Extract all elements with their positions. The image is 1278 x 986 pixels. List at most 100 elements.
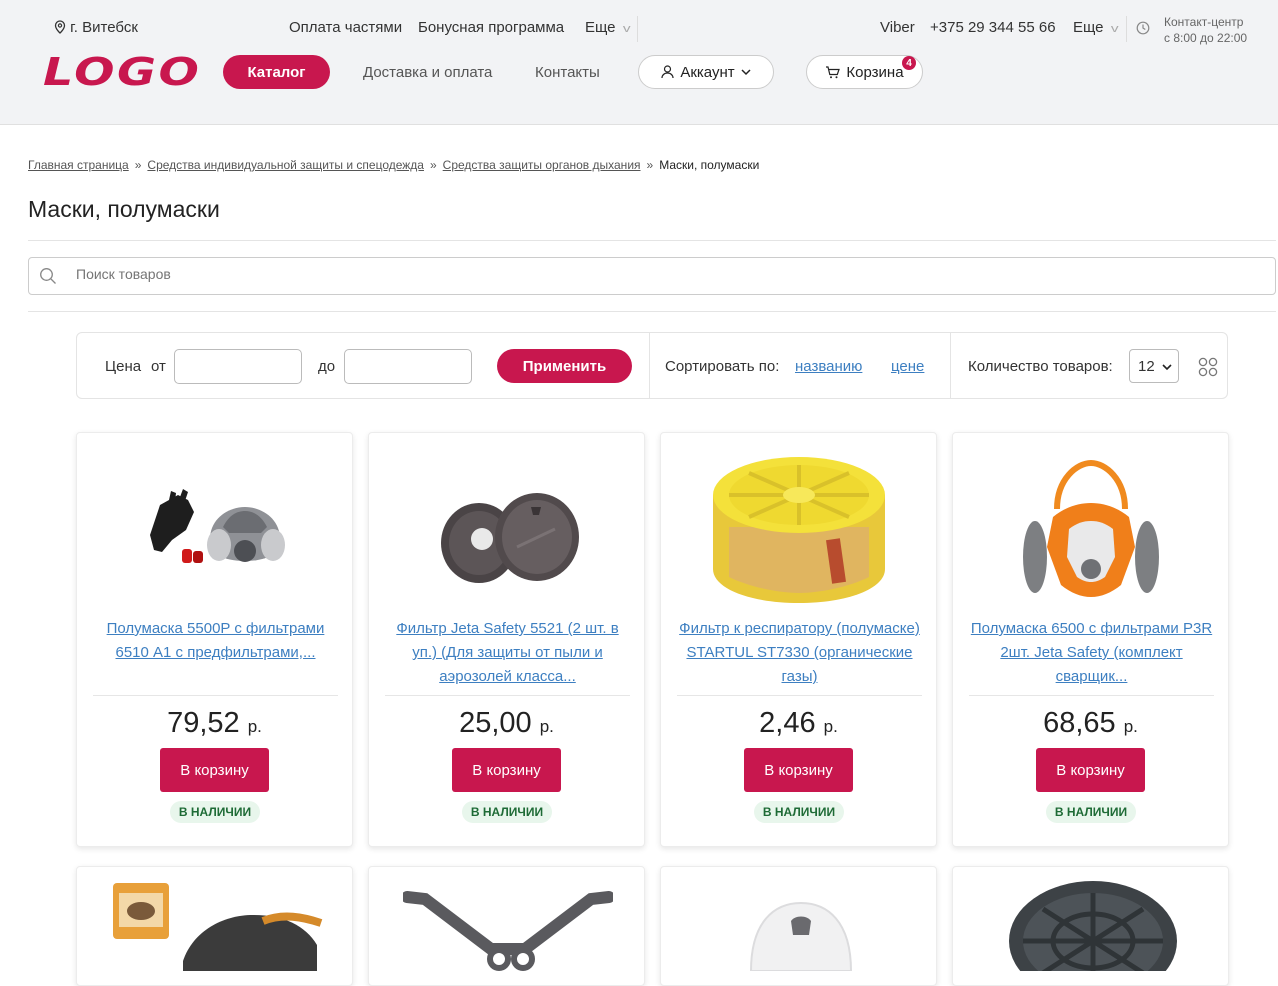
product-card xyxy=(952,866,1229,986)
divider xyxy=(28,240,1276,241)
price-currency: р. xyxy=(823,717,838,736)
search-icon xyxy=(40,268,56,284)
top-bar: г. Витебск Оплата частями Бонусная прогр… xyxy=(0,14,1278,45)
breadcrumb-separator: » xyxy=(646,158,654,172)
catalog-button[interactable]: Каталог xyxy=(223,55,330,89)
in-stock-badge: В НАЛИЧИИ xyxy=(462,801,552,823)
breadcrumb-ppe[interactable]: Средства индивидуальной защиты и спецоде… xyxy=(147,158,424,172)
divider xyxy=(385,695,630,696)
search-input[interactable] xyxy=(76,266,676,282)
chevron-down-icon: v xyxy=(1110,23,1119,35)
product-card: Полумаска 5500P с фильтрами 6510 A1 с пр… xyxy=(76,432,353,847)
product-image-strap[interactable] xyxy=(403,881,613,971)
price-value: 79,52 xyxy=(167,707,240,739)
price-currency: р. xyxy=(1123,717,1138,736)
product-image-halfmask-6500[interactable] xyxy=(991,447,1191,607)
price-from-label: от xyxy=(151,358,166,375)
site-header: г. Витебск Оплата частями Бонусная прогр… xyxy=(0,0,1278,125)
link-bonus[interactable]: Бонусная программа xyxy=(418,19,564,36)
price-value: 68,65 xyxy=(1043,707,1116,739)
price-currency: р. xyxy=(539,717,554,736)
items-count-select[interactable]: 12 xyxy=(1129,349,1179,383)
add-to-cart-button[interactable]: В корзину xyxy=(1036,748,1145,792)
top-more-label: Еще xyxy=(585,19,616,36)
breadcrumb-separator: » xyxy=(134,158,142,172)
contact-center-time: с 8:00 до 22:00 xyxy=(1164,31,1248,45)
phone-link[interactable]: +375 29 344 55 66 xyxy=(930,19,1056,36)
price-to-label: до xyxy=(318,358,336,375)
product-card: Полумаска 6500 с фильтрами P3R 2шт. Jeta… xyxy=(952,432,1229,847)
product-image-jeta-filters[interactable] xyxy=(407,447,607,607)
viber-link[interactable]: Viber xyxy=(880,19,915,36)
price-value: 2,46 xyxy=(759,707,816,739)
nav-delivery[interactable]: Доставка и оплата xyxy=(363,64,492,81)
breadcrumb-separator: » xyxy=(429,158,437,172)
in-stock-badge: В НАЛИЧИИ xyxy=(754,801,844,823)
top-more-menu[interactable]: Еще v xyxy=(585,19,631,36)
divider xyxy=(637,16,638,42)
link-installments[interactable]: Оплата частями xyxy=(289,19,402,36)
product-image-startul-filter[interactable] xyxy=(699,447,899,607)
account-button[interactable]: Аккаунт xyxy=(638,55,774,89)
sort-by-price-link[interactable]: цене xyxy=(891,358,924,375)
product-title-link[interactable]: Полумаска 5500P с фильтрами 6510 A1 с пр… xyxy=(93,617,338,689)
sort-by-name-link[interactable]: названию xyxy=(795,358,862,375)
nav-contacts[interactable]: Контакты xyxy=(535,64,600,81)
apply-filter-button[interactable]: Применить xyxy=(497,349,632,383)
page-title: Маски, полумаски xyxy=(28,196,220,222)
breadcrumb-home[interactable]: Главная страница xyxy=(28,158,129,172)
grid-view-icon[interactable] xyxy=(1198,357,1218,377)
account-label: Аккаунт xyxy=(680,63,735,81)
chevron-down-icon xyxy=(1162,364,1172,371)
contacts-more-menu[interactable]: Еще v xyxy=(1073,19,1119,36)
product-card xyxy=(368,866,645,986)
price-currency: р. xyxy=(247,717,262,736)
contacts-more-label: Еще xyxy=(1073,19,1104,36)
city-label: г. Витебск xyxy=(70,19,138,36)
divider xyxy=(28,311,1276,312)
filter-bar: Цена от до Применить Сортировать по: наз… xyxy=(76,332,1228,399)
items-count-value: 12 xyxy=(1138,357,1155,375)
add-to-cart-button[interactable]: В корзину xyxy=(744,748,853,792)
price-from-input[interactable] xyxy=(174,349,302,384)
product-image-halfmask-kit[interactable] xyxy=(113,881,323,971)
divider xyxy=(1126,16,1127,42)
sort-label: Сортировать по: xyxy=(665,358,780,375)
product-card: Фильтр Jeta Safety 5521 (2 шт. в уп.) (Д… xyxy=(368,432,645,847)
product-title-link[interactable]: Фильтр к респиратору (полумаске) STARTUL… xyxy=(677,617,922,689)
product-title-link[interactable]: Фильтр Jeta Safety 5521 (2 шт. в уп.) (Д… xyxy=(385,617,630,689)
location-pin-icon xyxy=(54,20,66,34)
clock-icon xyxy=(1136,21,1150,35)
product-title-link[interactable]: Полумаска 6500 с фильтрами P3R 2шт. Jeta… xyxy=(969,617,1214,689)
cart-icon xyxy=(826,65,841,78)
add-to-cart-button[interactable]: В корзину xyxy=(160,748,269,792)
cart-count-badge: 4 xyxy=(902,56,916,70)
site-logo[interactable]: LOGO xyxy=(43,53,201,91)
price-label: Цена xyxy=(105,358,142,375)
product-price: 2,46 р. xyxy=(661,707,936,740)
divider xyxy=(950,333,951,398)
chevron-down-icon: v xyxy=(622,23,631,35)
product-price: 79,52 р. xyxy=(77,707,352,740)
product-image-white-filter[interactable] xyxy=(695,881,905,971)
city-selector[interactable]: г. Витебск xyxy=(54,19,138,36)
product-image-halfmask-gloves[interactable] xyxy=(115,447,315,607)
cart-label: Корзина xyxy=(846,63,904,81)
divider xyxy=(677,695,922,696)
product-card xyxy=(660,866,937,986)
product-search xyxy=(28,257,1276,295)
user-icon xyxy=(661,65,674,79)
contact-center-hours: Контакт-центр с 8:00 до 22:00 xyxy=(1164,14,1247,46)
main-bar: LOGO Каталог Доставка и оплата Контакты … xyxy=(0,52,1278,92)
breadcrumb-respiratory[interactable]: Средства защиты органов дыхания xyxy=(443,158,641,172)
price-value: 25,00 xyxy=(459,707,532,739)
breadcrumb: Главная страница » Средства индивидуальной… xyxy=(28,158,759,172)
in-stock-badge: В НАЛИЧИИ xyxy=(170,801,260,823)
product-price: 25,00 р. xyxy=(369,707,644,740)
price-to-input[interactable] xyxy=(344,349,472,384)
product-image-grid-filter[interactable] xyxy=(987,881,1197,971)
add-to-cart-button[interactable]: В корзину xyxy=(452,748,561,792)
divider xyxy=(93,695,338,696)
product-card xyxy=(76,866,353,986)
in-stock-badge: В НАЛИЧИИ xyxy=(1046,801,1136,823)
